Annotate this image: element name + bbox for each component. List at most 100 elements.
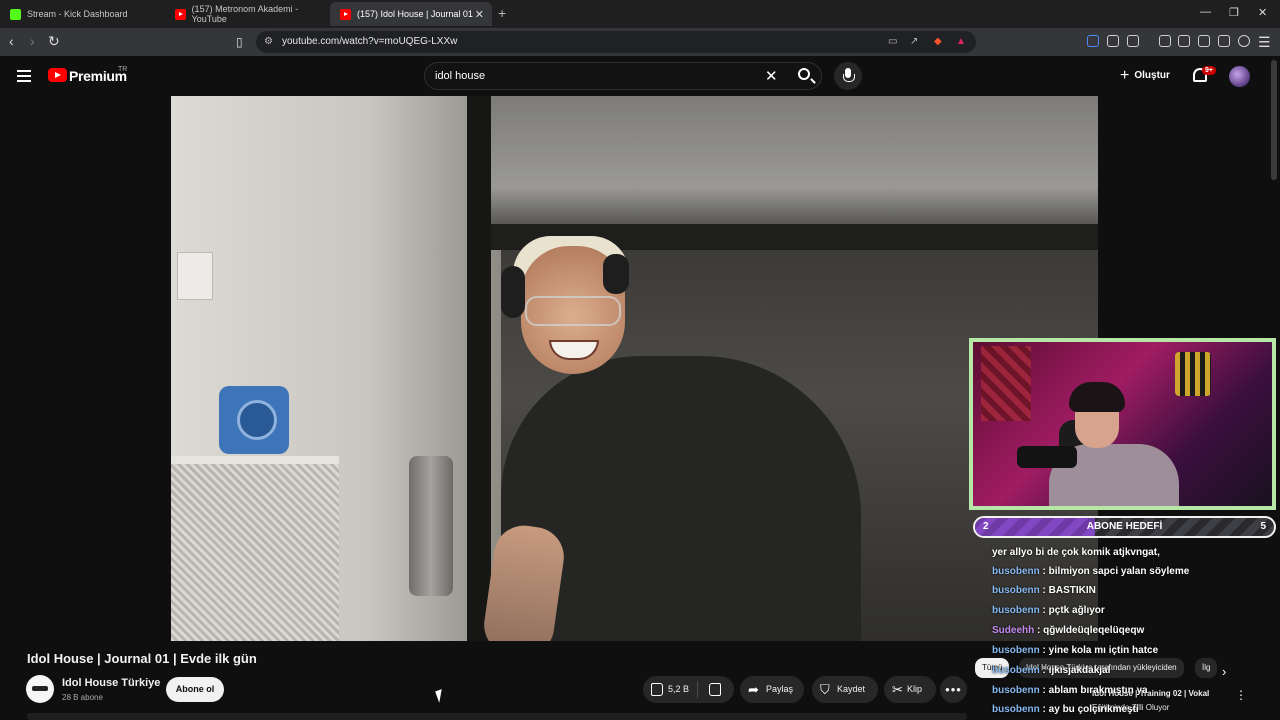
- share-icon: ➦: [748, 682, 759, 697]
- sidebar-icon[interactable]: [1178, 35, 1190, 47]
- close-window-icon[interactable]: ✕: [1258, 6, 1267, 19]
- cast-icon[interactable]: ▭: [888, 36, 897, 47]
- leo-ai-icon[interactable]: [1218, 35, 1230, 47]
- tab-label: (157) Idol House | Journal 01 | E: [357, 9, 475, 19]
- tab-idol-house[interactable]: (157) Idol House | Journal 01 | E ✕: [330, 2, 492, 26]
- chat-username: Sudeehh: [992, 625, 1035, 636]
- webcam-scene-microphone: [1017, 446, 1077, 468]
- video-scene-bottle: [409, 456, 453, 596]
- media-icon[interactable]: [1159, 35, 1171, 47]
- youtube-logo-icon[interactable]: [48, 68, 67, 82]
- back-icon[interactable]: ‹: [9, 33, 14, 49]
- vpn-icon[interactable]: [1238, 35, 1250, 47]
- like-dislike-group: 5,2 B: [643, 676, 734, 703]
- divider: [697, 681, 698, 698]
- search-icon: [798, 68, 810, 80]
- tab-label: Stream - Kick Dashboard: [27, 9, 128, 19]
- voice-search-icon[interactable]: [834, 62, 862, 90]
- clear-search-icon[interactable]: ✕: [765, 67, 778, 85]
- share-button[interactable]: ➦ Paylaş: [740, 676, 804, 703]
- notification-badge: 9+: [1202, 66, 1216, 75]
- video-scene-socket: [177, 252, 213, 300]
- brave-shield-icon[interactable]: ◆: [934, 36, 942, 47]
- subscriber-goal-bar: 2 ABONE HEDEFİ 5: [973, 516, 1276, 538]
- like-icon[interactable]: [651, 683, 663, 696]
- guide-menu-icon[interactable]: [17, 70, 31, 82]
- webcam-scene-jersey: [1175, 352, 1211, 396]
- tab-metronom-akademi[interactable]: (157) Metronom Akademi - YouTube: [165, 2, 330, 26]
- extension-audio-icon[interactable]: [1087, 35, 1099, 47]
- chat-text: : BASTIKIN: [1039, 585, 1096, 596]
- clip-button[interactable]: ✂ Klip: [884, 676, 936, 703]
- headphones-graphic: [501, 266, 525, 318]
- chat-text: : ay bu çolçırıkmeşti: [1039, 704, 1139, 715]
- goal-target: 5: [1260, 521, 1266, 532]
- maximize-icon[interactable]: ❐: [1229, 6, 1239, 19]
- share-page-icon[interactable]: ↗: [910, 36, 918, 47]
- chat-text: : qğwldeüqleqelüqeqw: [1034, 625, 1145, 636]
- search-input[interactable]: idol house: [435, 70, 485, 82]
- chat-text: : pçtk ağlıyor: [1039, 605, 1105, 616]
- bookmark-icon[interactable]: ▯: [236, 35, 243, 49]
- new-tab-button[interactable]: +: [498, 5, 506, 21]
- goal-label: ABONE HEDEFİ: [1086, 521, 1163, 532]
- chat-message: Sudeehh : qğwldeüqleqelüqeqw: [992, 625, 1144, 636]
- stream-chat: yer allyo bi de çok komik atjkvngat, bus…: [986, 545, 1276, 720]
- video-scene-bed-post: [467, 96, 491, 641]
- forward-icon[interactable]: ›: [30, 33, 35, 49]
- chat-username: busobenn: [992, 585, 1040, 596]
- tab-kick-dashboard[interactable]: Stream - Kick Dashboard: [0, 2, 165, 26]
- search-box[interactable]: idol house ✕: [424, 62, 822, 90]
- chat-message: busobenn : yine kola mı içtin hatce: [992, 645, 1158, 656]
- video-player[interactable]: [171, 96, 1098, 641]
- chat-username: busobenn: [992, 645, 1040, 656]
- like-count[interactable]: 5,2 B: [668, 676, 689, 703]
- chat-text: : yine kola mı içtin hatce: [1039, 645, 1159, 656]
- save-label: Kaydet: [837, 684, 866, 694]
- extensions-icon[interactable]: [1107, 35, 1119, 47]
- chat-text: : ıjkısjakdakjal: [1039, 665, 1111, 676]
- chat-username: busobenn: [992, 685, 1040, 696]
- description-box-edge[interactable]: [27, 713, 967, 720]
- video-title: Idol House | Journal 01 | Evde ilk gün: [27, 651, 257, 666]
- address-bar[interactable]: ⚙ youtube.com/watch?v=moUQEG-LXXw ▭ ↗ ◆ …: [256, 31, 976, 53]
- create-label: Oluştur: [1134, 70, 1170, 81]
- close-tab-icon[interactable]: ✕: [475, 8, 484, 21]
- streamer-webcam: [969, 338, 1276, 510]
- youtube-icon: [175, 8, 186, 20]
- rewards-icon[interactable]: ▲: [956, 36, 966, 47]
- chat-text: yer allyo bi de çok komik atjkvngat,: [992, 547, 1160, 558]
- minimize-icon[interactable]: —: [1200, 6, 1211, 18]
- chat-message: busobenn : bilmiyon sapci yalan söyleme: [992, 566, 1189, 577]
- url-text[interactable]: youtube.com/watch?v=moUQEG-LXXw: [282, 36, 457, 47]
- webcam-scene-flag: [981, 346, 1031, 421]
- account-avatar[interactable]: [1229, 66, 1250, 87]
- dislike-icon[interactable]: [709, 683, 721, 696]
- channel-avatar[interactable]: [26, 675, 54, 703]
- wallet-icon[interactable]: [1198, 35, 1210, 47]
- channel-name[interactable]: Idol House Türkiye: [62, 677, 160, 689]
- share-label: Paylaş: [766, 684, 794, 694]
- chat-username: busobenn: [992, 605, 1040, 616]
- chat-message: busobenn : pçtk ağlıyor: [992, 605, 1105, 616]
- chat-username: busobenn: [992, 704, 1040, 715]
- more-actions-button[interactable]: •••: [940, 676, 967, 703]
- kick-icon: [10, 8, 21, 20]
- video-scene-radiator: [171, 456, 339, 641]
- site-info-icon[interactable]: ⚙: [264, 36, 273, 47]
- glasses-graphic: [525, 296, 621, 326]
- save-button[interactable]: ⛉ Kaydet: [812, 676, 878, 703]
- menu-icon[interactable]: ☰: [1258, 34, 1271, 51]
- chat-text: : bilmiyon sapci yalan söyleme: [1039, 566, 1190, 577]
- video-scene-bunk-bed: [471, 96, 1098, 226]
- reload-icon[interactable]: ↻: [48, 33, 60, 50]
- create-button[interactable]: + Oluştur: [1120, 67, 1170, 85]
- screenshot-icon[interactable]: [1127, 35, 1139, 47]
- chat-message: busobenn : ablam bırakmıştın ya: [992, 685, 1148, 696]
- chat-message: busobenn : ıjkısjakdakjal: [992, 665, 1110, 676]
- scissors-icon: ✂: [892, 682, 903, 697]
- plus-icon: +: [1120, 67, 1130, 84]
- subscribe-button[interactable]: Abone ol: [166, 677, 224, 702]
- search-button[interactable]: [791, 63, 822, 89]
- page-scrollbar[interactable]: [1271, 60, 1277, 180]
